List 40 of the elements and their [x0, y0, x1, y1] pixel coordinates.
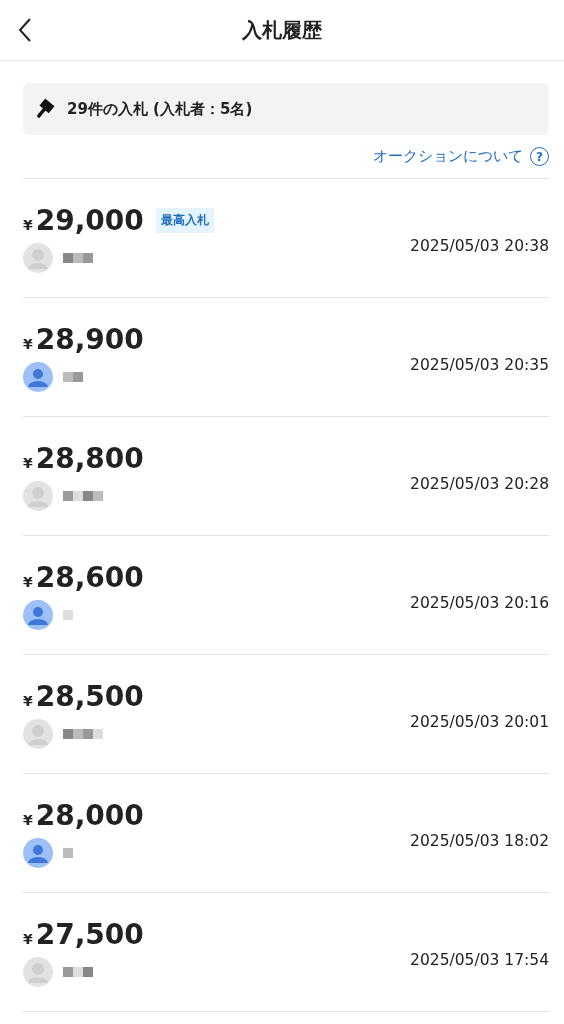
- bid-time: 2025/05/03 20:35: [410, 356, 549, 374]
- default-avatar-icon: [23, 956, 53, 987]
- bid-count-text: 29件の入札 (入札者：5名): [67, 99, 253, 119]
- about-auction-link[interactable]: オークションについて ?: [373, 147, 549, 166]
- currency-symbol: ¥: [23, 573, 33, 592]
- bid-time: 2025/05/03 20:01: [410, 713, 549, 731]
- bid-time: 2025/05/03 20:16: [410, 594, 549, 612]
- pixelated-name-drawing: [63, 252, 93, 263]
- user-avatar-icon: [23, 361, 53, 392]
- pixelated-name-drawing: [63, 966, 93, 977]
- bid-time: 2025/05/03 20:38: [410, 237, 549, 255]
- bid-amount: 28,900: [35, 322, 144, 356]
- bid-time: 2025/05/03 17:54: [410, 951, 549, 969]
- highest-bid-badge: 最高入札: [155, 207, 214, 233]
- pixelated-name-drawing: [63, 371, 83, 382]
- pixelated-name-drawing: [63, 609, 73, 620]
- bid-amount: 28,500: [35, 679, 144, 713]
- bid-amount: 28,800: [35, 441, 144, 475]
- default-avatar-icon: [23, 242, 53, 273]
- bid-time: 2025/05/03 18:02: [410, 832, 549, 850]
- user-avatar-icon: [23, 837, 53, 868]
- currency-symbol: ¥: [23, 811, 33, 830]
- pixelated-name-drawing: [63, 847, 73, 858]
- default-avatar-icon: [23, 480, 53, 511]
- currency-symbol: ¥: [23, 216, 33, 235]
- user-avatar-icon: [23, 599, 53, 630]
- bid-amount: 29,000: [35, 203, 144, 237]
- bid-amount: 27,500: [35, 917, 144, 951]
- currency-symbol: ¥: [23, 335, 33, 354]
- page-title: 入札履歴: [241, 16, 323, 44]
- default-avatar-icon: [23, 718, 53, 749]
- bid-amount: 28,600: [35, 560, 144, 594]
- bid-time: 2025/05/03 20:28: [410, 475, 549, 493]
- currency-symbol: ¥: [23, 930, 33, 949]
- back-icon: [18, 17, 32, 43]
- currency-symbol: ¥: [23, 692, 33, 711]
- currency-symbol: ¥: [23, 454, 33, 473]
- pixelated-name-drawing: [63, 490, 103, 501]
- bid-amount: 28,000: [35, 798, 144, 832]
- pixelated-name-drawing: [63, 728, 103, 739]
